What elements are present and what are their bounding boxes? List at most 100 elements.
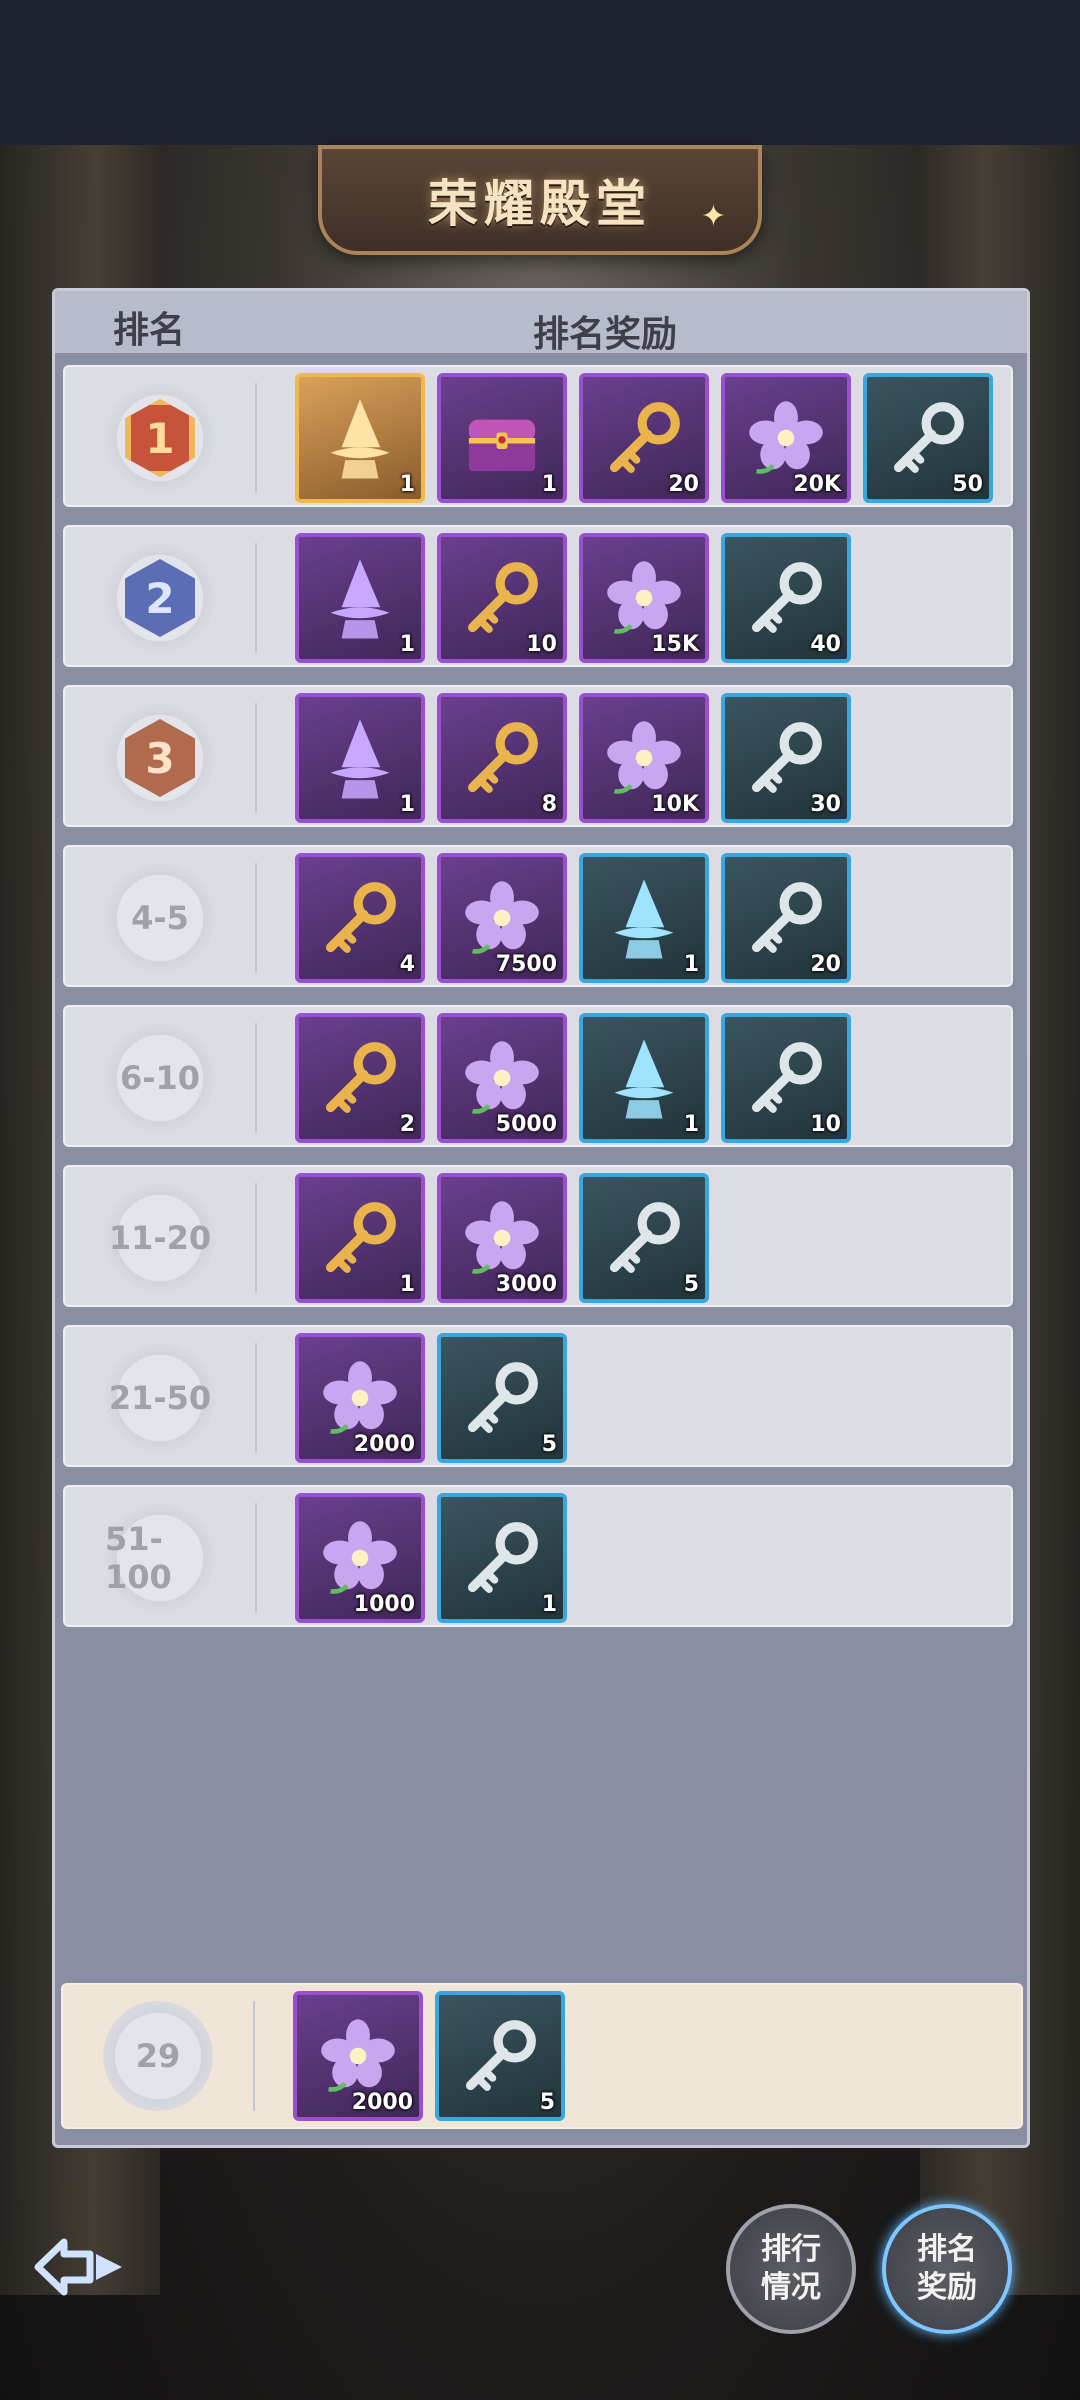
rank-label: 4-5 [131, 899, 189, 937]
rank-medal-icon: 2 [125, 559, 195, 637]
reward-item[interactable]: 1 [579, 1013, 709, 1143]
item-quantity: 10K [651, 792, 699, 817]
item-quantity: 1 [541, 1592, 557, 1617]
reward-row: 1 1 1 20 20K 50 [63, 365, 1013, 507]
reward-item[interactable]: 2 [295, 1013, 425, 1143]
reward-item[interactable]: 3000 [437, 1173, 567, 1303]
item-quantity: 2000 [351, 2090, 413, 2115]
rank-label: 51-100 [105, 1520, 172, 1596]
reward-item[interactable]: 5000 [437, 1013, 567, 1143]
row-divider [255, 863, 257, 973]
item-quantity: 10 [526, 632, 557, 657]
reward-items: 1 1 20 20K 50 [295, 373, 993, 503]
item-quantity: 5 [539, 2090, 555, 2115]
panel-header: 排名 排名奖励 [55, 291, 1027, 355]
row-divider [255, 543, 257, 653]
item-quantity: 1000 [353, 1592, 415, 1617]
reward-items: 2 5000 1 10 [295, 1013, 851, 1143]
rank-badge: 1 [105, 383, 215, 493]
ranking-reward-button[interactable]: 排名 奖励 [882, 2204, 1012, 2334]
reward-item[interactable]: 10 [437, 533, 567, 663]
reward-item[interactable]: 4 [295, 853, 425, 983]
rewards-panel: 排名 排名奖励 1 1 1 20 20K 50 2 1 10 15K 40 3 1 8 10K 30 4-5 4 7… [52, 288, 1030, 2148]
reward-items: 4 7500 1 20 [295, 853, 851, 983]
reward-item[interactable]: 1 [437, 1493, 567, 1623]
item-quantity: 5000 [495, 1112, 557, 1137]
title-banner: 荣耀殿堂 ✦ [318, 145, 762, 255]
item-quantity: 1 [399, 1272, 415, 1297]
reward-item[interactable]: 40 [721, 533, 851, 663]
reward-row: 51-100 1000 1 [63, 1485, 1013, 1627]
row-divider [255, 383, 257, 493]
item-quantity: 20K [793, 472, 841, 497]
item-quantity: 10 [810, 1112, 841, 1137]
item-quantity: 50 [952, 472, 983, 497]
reward-item[interactable]: 10 [721, 1013, 851, 1143]
reward-items: 1 3000 5 [295, 1173, 709, 1303]
back-arrow-icon[interactable] [30, 2232, 130, 2302]
row-divider [255, 1343, 257, 1453]
reward-item[interactable]: 5 [579, 1173, 709, 1303]
item-quantity: 8 [541, 792, 557, 817]
reward-item[interactable]: 20 [579, 373, 709, 503]
reward-row: 4-5 4 7500 1 20 [63, 845, 1013, 987]
reward-item[interactable]: 2000 [293, 1991, 423, 2121]
item-quantity: 7500 [495, 952, 557, 977]
reward-item[interactable]: 50 [863, 373, 993, 503]
header-reward: 排名奖励 [533, 314, 678, 355]
reward-item[interactable]: 1 [579, 853, 709, 983]
reward-rows: 1 1 1 20 20K 50 2 1 10 15K 40 3 1 8 10K 30 4-5 4 7500 1 20 6-… [63, 365, 1021, 1645]
row-divider [255, 1023, 257, 1133]
reward-item[interactable]: 2000 [295, 1333, 425, 1463]
reward-item[interactable]: 8 [437, 693, 567, 823]
item-quantity: 1 [541, 472, 557, 497]
row-divider [253, 2001, 255, 2111]
reward-item[interactable]: 1 [295, 373, 425, 503]
rank-badge: 3 [105, 703, 215, 813]
item-quantity: 3000 [495, 1272, 557, 1297]
reward-item[interactable]: 10K [579, 693, 709, 823]
reward-row: 21-50 2000 5 [63, 1325, 1013, 1467]
reward-item[interactable]: 7500 [437, 853, 567, 983]
item-quantity: 5 [541, 1432, 557, 1457]
rank-badge: 11-20 [105, 1183, 215, 1293]
reward-items: 2000 5 [293, 1991, 565, 2121]
reward-item[interactable]: 1 [295, 533, 425, 663]
page-title: 荣耀殿堂 [428, 175, 652, 233]
item-quantity: 15K [651, 632, 699, 657]
reward-items: 1 10 15K 40 [295, 533, 851, 663]
reward-item[interactable]: 5 [437, 1333, 567, 1463]
rank-badge: 2 [105, 543, 215, 653]
rank-label: 6-10 [119, 1059, 201, 1097]
reward-item[interactable]: 20K [721, 373, 851, 503]
rank-label: 21-50 [108, 1379, 212, 1417]
reward-item[interactable]: 15K [579, 533, 709, 663]
rank-badge: 4-5 [105, 863, 215, 973]
item-quantity: 1 [399, 472, 415, 497]
reward-item[interactable]: 30 [721, 693, 851, 823]
item-quantity: 1 [683, 952, 699, 977]
reward-item[interactable]: 20 [721, 853, 851, 983]
ranking-status-button[interactable]: 排行 情况 [726, 2204, 856, 2334]
reward-item[interactable]: 1 [295, 1173, 425, 1303]
reward-items: 1 8 10K 30 [295, 693, 851, 823]
reward-item[interactable]: 1000 [295, 1493, 425, 1623]
rank-badge: 51-100 [105, 1503, 215, 1613]
my-rank-row: 29 2000 5 [61, 1983, 1023, 2129]
rank-badge: 29 [103, 2001, 213, 2111]
rank-medal-icon: 1 [125, 399, 195, 477]
reward-item[interactable]: 5 [435, 1991, 565, 2121]
reward-items: 1000 1 [295, 1493, 567, 1623]
reward-row: 2 1 10 15K 40 [63, 525, 1013, 667]
item-quantity: 1 [683, 1112, 699, 1137]
row-divider [255, 1183, 257, 1293]
item-quantity: 2000 [353, 1432, 415, 1457]
item-quantity: 1 [399, 632, 415, 657]
item-quantity: 2 [399, 1112, 415, 1137]
reward-item[interactable]: 1 [295, 693, 425, 823]
top-dark-area [0, 0, 1080, 145]
item-quantity: 5 [683, 1272, 699, 1297]
reward-row: 6-10 2 5000 1 10 [63, 1005, 1013, 1147]
rank-medal-icon: 3 [125, 719, 195, 797]
reward-item[interactable]: 1 [437, 373, 567, 503]
